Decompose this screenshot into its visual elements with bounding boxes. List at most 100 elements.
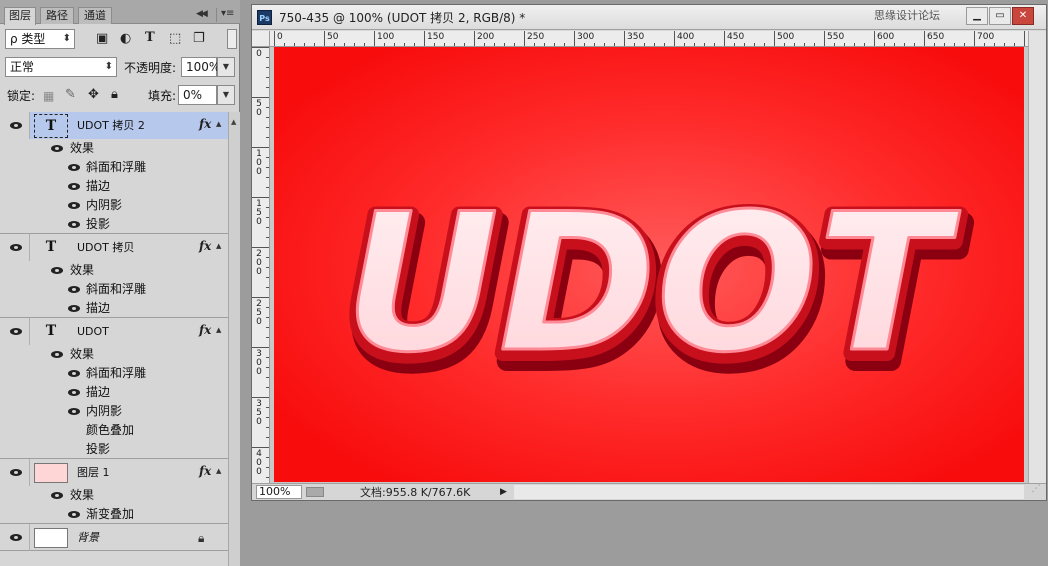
expand-effects-icon[interactable]: ▲ (216, 120, 221, 128)
canvas-area[interactable]: UDOT UDOT UDOT (270, 47, 1028, 490)
layer-thumbnail[interactable] (34, 528, 68, 548)
visibility-eye-icon[interactable] (67, 220, 81, 229)
vertical-scrollbar[interactable] (1028, 31, 1046, 490)
effects-header[interactable]: 效果 (0, 345, 228, 364)
layer-header[interactable]: 背景 🔒︎ (0, 524, 228, 551)
visibility-eye-icon[interactable] (67, 304, 81, 313)
opacity-input[interactable]: 100% (181, 57, 220, 77)
expand-effects-icon[interactable]: ▲ (216, 326, 221, 334)
effect-drop-shadow[interactable]: 投影 (0, 215, 228, 234)
layer-name[interactable]: UDOT (77, 325, 109, 339)
layer-filter-select[interactable]: ρ 类型 ⬍ (5, 29, 75, 49)
opacity-dropdown-button[interactable]: ▼ (217, 57, 235, 77)
layer-list-scrollbar[interactable]: ▲ (228, 112, 240, 566)
tab-channels[interactable]: 通道 (78, 7, 112, 24)
effects-header[interactable]: 效果 (0, 486, 228, 505)
effect-inner-shadow[interactable]: 内阴影 (0, 196, 228, 215)
visibility-eye-icon[interactable] (67, 510, 81, 519)
resize-grip-icon[interactable]: ⋰ (1028, 484, 1044, 500)
visibility-eye-icon[interactable] (50, 491, 64, 500)
visibility-eye-icon[interactable] (9, 327, 23, 336)
collapse-panel-icon[interactable]: ◀◀ (196, 9, 208, 19)
lock-position-icon[interactable]: ✥ (88, 88, 99, 102)
layer-header[interactable]: T UDOT 拷贝 fx ▲ (0, 234, 228, 261)
effect-inner-shadow[interactable]: 内阴影 (0, 402, 228, 421)
scroll-up-icon[interactable]: ▲ (231, 118, 236, 126)
text-layer-thumbnail[interactable]: T (34, 114, 68, 138)
layer-header[interactable]: T UDOT 拷贝 2 fx ▲ (0, 112, 228, 139)
ruler-origin[interactable] (252, 31, 270, 47)
text-layer-thumbnail[interactable]: T (34, 236, 68, 260)
fill-input[interactable]: 0% (178, 85, 217, 105)
visibility-eye-icon[interactable] (67, 163, 81, 172)
layer-header[interactable]: 图层 1 fx ▲ (0, 459, 228, 486)
visibility-eye-icon[interactable] (9, 533, 23, 542)
tab-paths[interactable]: 路径 (40, 7, 74, 24)
effect-color-overlay[interactable]: 颜色叠加 (0, 421, 228, 440)
fx-icon[interactable]: fx (199, 239, 211, 253)
visibility-eye-icon[interactable] (50, 266, 64, 275)
visibility-eye-icon[interactable] (67, 369, 81, 378)
layer-row-udot[interactable]: T UDOT fx ▲ 效果 斜面和浮雕 描边 内阴影 颜色叠加 投影 (0, 318, 228, 459)
effects-header[interactable]: 效果 (0, 261, 228, 280)
fill-dropdown-button[interactable]: ▼ (217, 85, 235, 105)
maximize-icon[interactable]: ▭ (989, 7, 1011, 25)
visibility-eye-icon[interactable] (9, 121, 23, 130)
visibility-eye-icon[interactable] (67, 182, 81, 191)
visibility-eye-icon[interactable] (9, 468, 23, 477)
expand-effects-icon[interactable]: ▲ (216, 467, 221, 475)
document-title-bar[interactable]: Ps 750-435 @ 100% (UDOT 拷贝 2, RGB/8) * 思… (252, 5, 1046, 30)
horizontal-ruler[interactable]: 0 50 100 150 200 250 300 350 400 450 500 550 600 650 7… (270, 31, 1028, 47)
text-layer-thumbnail[interactable]: T (34, 320, 68, 344)
layer-row-layer-1[interactable]: 图层 1 fx ▲ 效果 渐变叠加 (0, 459, 228, 524)
lock-image-icon[interactable]: ✎ (65, 88, 76, 102)
effect-bevel-emboss[interactable]: 斜面和浮雕 (0, 364, 228, 383)
image-filter-icon[interactable]: ▣ (96, 32, 108, 46)
vertical-ruler[interactable]: 0 50 100 150 200 250 300 350 400 (252, 47, 270, 490)
horizontal-scrollbar[interactable] (514, 485, 1024, 499)
fx-icon[interactable]: fx (199, 117, 211, 131)
status-preview-icon[interactable] (306, 487, 324, 497)
visibility-eye-icon[interactable] (50, 350, 64, 359)
adjustment-filter-icon[interactable]: ◐ (120, 32, 131, 46)
effect-stroke[interactable]: 描边 (0, 299, 228, 318)
smart-object-filter-icon[interactable]: ❐ (193, 32, 205, 46)
fx-icon[interactable]: fx (199, 323, 211, 337)
lock-transparent-icon[interactable]: ▦ (43, 89, 54, 103)
canvas-artwork[interactable]: UDOT UDOT UDOT (274, 47, 1024, 482)
layer-name[interactable]: 背景 (77, 531, 99, 545)
visibility-eye-icon[interactable] (67, 407, 81, 416)
minimize-icon[interactable]: ▁ (966, 7, 988, 25)
effect-gradient-overlay[interactable]: 渐变叠加 (0, 505, 228, 524)
effects-header[interactable]: 效果 (0, 139, 228, 158)
visibility-eye-icon[interactable] (50, 144, 64, 153)
shape-filter-icon[interactable]: ⬚ (169, 32, 181, 46)
layer-name[interactable]: UDOT 拷贝 2 (77, 119, 145, 133)
layer-row-background[interactable]: 背景 🔒︎ (0, 524, 228, 551)
visibility-eye-icon[interactable] (67, 388, 81, 397)
layer-thumbnail[interactable] (34, 463, 68, 483)
visibility-eye-icon[interactable] (67, 201, 81, 210)
zoom-level-input[interactable]: 100% (256, 485, 302, 499)
effect-bevel-emboss[interactable]: 斜面和浮雕 (0, 280, 228, 299)
lock-all-icon[interactable]: 🔒︎ (111, 88, 118, 102)
visibility-eye-icon[interactable] (67, 285, 81, 294)
visibility-eye-icon[interactable] (9, 243, 23, 252)
effect-drop-shadow[interactable]: 投影 (0, 440, 228, 459)
status-menu-arrow-icon[interactable]: ▶ (500, 487, 507, 497)
type-filter-icon[interactable]: T (145, 31, 155, 45)
layer-header[interactable]: T UDOT fx ▲ (0, 318, 228, 345)
expand-effects-icon[interactable]: ▲ (216, 242, 221, 250)
layer-row-udot-copy-2[interactable]: T UDOT 拷贝 2 fx ▲ 效果 斜面和浮雕 描边 内阴影 投影 (0, 112, 228, 234)
blend-mode-select[interactable]: 正常 ⬍ (5, 57, 117, 77)
panel-menu-icon[interactable]: ▾≡ (221, 8, 234, 19)
layer-name[interactable]: UDOT 拷贝 (77, 241, 134, 255)
close-icon[interactable]: ✕ (1012, 7, 1034, 25)
layer-name[interactable]: 图层 1 (77, 466, 110, 480)
fx-icon[interactable]: fx (199, 464, 211, 478)
effect-stroke[interactable]: 描边 (0, 177, 228, 196)
filter-toggle-icon[interactable] (227, 29, 237, 49)
effect-bevel-emboss[interactable]: 斜面和浮雕 (0, 158, 228, 177)
effect-stroke[interactable]: 描边 (0, 383, 228, 402)
tab-layers[interactable]: 图层 (4, 7, 36, 25)
